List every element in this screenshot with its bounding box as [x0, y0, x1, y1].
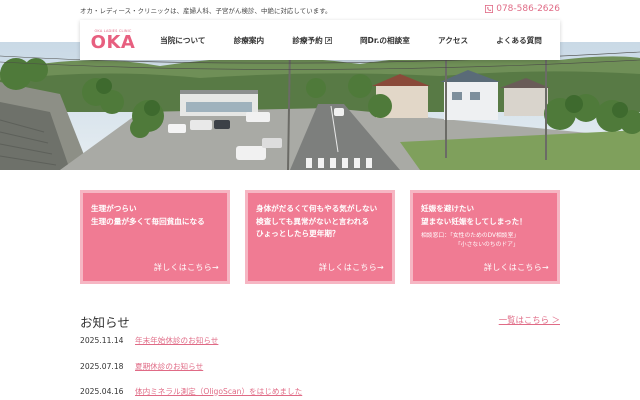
nav-item-label: よくある質問: [496, 35, 542, 45]
news-date: 2025.11.14: [80, 335, 124, 345]
hero-image: [0, 42, 640, 170]
card-line: 検査しても異常がないと言われる: [256, 216, 369, 226]
news-heading: お知らせ: [80, 315, 130, 330]
external-link-icon: [324, 36, 332, 44]
symptom-cards: 生理がつらい 生理の量が多くて毎回貧血になる 詳しくはこちら→ 身体がだるくて何…: [80, 190, 560, 284]
news-date: 2025.07.18: [80, 361, 124, 371]
nav-item-label: アクセス: [438, 35, 469, 45]
card-line: 望まない妊娠をしてしまった！: [421, 216, 527, 226]
card-more-link[interactable]: 詳しくはこちら→: [319, 262, 384, 273]
card-more-link[interactable]: 詳しくはこちら→: [484, 262, 549, 273]
news-item: 2025.07.18 夏期休診のお知らせ: [80, 360, 560, 372]
nav-item-label: 当院について: [160, 35, 206, 45]
card-pregnancy[interactable]: 妊娠を避けたい 望まない妊娠をしてしまった！ 相談窓口：「女性のためのDV相談室…: [410, 190, 560, 284]
news-all-link[interactable]: 一覧はこちら ＞: [499, 314, 560, 326]
phone-link[interactable]: 078-586-2626: [485, 4, 560, 14]
card-more-link[interactable]: 詳しくはこちら→: [154, 262, 219, 273]
nav-item-faq[interactable]: よくある質問: [496, 35, 542, 46]
news-item: 2025.04.16 体内ミネラル測定（OligoScan）をはじめました: [80, 385, 560, 397]
nav-item-access[interactable]: アクセス: [438, 35, 468, 46]
main-navbar: OKA LADIES CLINIC OKA 当院について 診療案内 診療予約 岡…: [80, 20, 560, 60]
nav-item-label: 岡Dr.の相談室: [359, 35, 410, 45]
card-line: 生理がつらい: [91, 204, 137, 213]
news-link[interactable]: 体内ミネラル測定（OligoScan）をはじめました: [135, 386, 302, 397]
nav-item-reservation[interactable]: 診療予約: [292, 35, 332, 46]
card-menopause[interactable]: 身体がだるくて何もやる気がしない 検査しても異常がないと言われる ひょっとしたら…: [245, 190, 395, 284]
card-line: ひょっとしたら更年期？: [256, 229, 340, 238]
nav-menu: 当院について 診療案内 診療予約 岡Dr.の相談室 アクセス よくある質問: [146, 35, 560, 46]
card-note: 相談窓口：「女性のためのDV相談室」: [421, 233, 520, 239]
nav-item-about[interactable]: 当院について: [160, 35, 205, 46]
nav-item-label: 診療案内: [233, 35, 265, 45]
clinic-tagline: オカ・レディース・クリニックは、産婦人科、子宮がん検診、中絶に対応しています。: [80, 7, 332, 15]
top-info-bar: オカ・レディース・クリニックは、産婦人科、子宮がん検診、中絶に対応しています。 …: [0, 0, 640, 20]
card-line: 妊娠を避けたい: [421, 204, 475, 213]
nav-item-services[interactable]: 診療案内: [234, 35, 264, 46]
phone-number: 078-586-2626: [496, 4, 560, 14]
news-date: 2025.04.16: [80, 386, 124, 396]
nav-item-consultation[interactable]: 岡Dr.の相談室: [360, 35, 410, 46]
card-line: 身体がだるくて何もやる気がしない: [256, 204, 378, 213]
news-link[interactable]: 夏期休診のお知らせ: [135, 361, 203, 372]
phone-icon: [485, 5, 494, 13]
card-line: 生理の量が多くて毎回貧血になる: [91, 216, 205, 226]
card-menstrual[interactable]: 生理がつらい 生理の量が多くて毎回貧血になる 詳しくはこちら→: [80, 190, 230, 284]
card-note: 「小さないのちのドア」: [455, 242, 519, 248]
nav-item-label: 診療予約: [292, 35, 323, 45]
logo-text: OKA: [90, 31, 136, 53]
clinic-logo[interactable]: OKA LADIES CLINIC OKA: [80, 20, 146, 60]
news-link[interactable]: 年末年始休診のお知らせ: [135, 335, 218, 346]
news-item: 2025.11.14 年末年始休診のお知らせ: [80, 334, 560, 346]
